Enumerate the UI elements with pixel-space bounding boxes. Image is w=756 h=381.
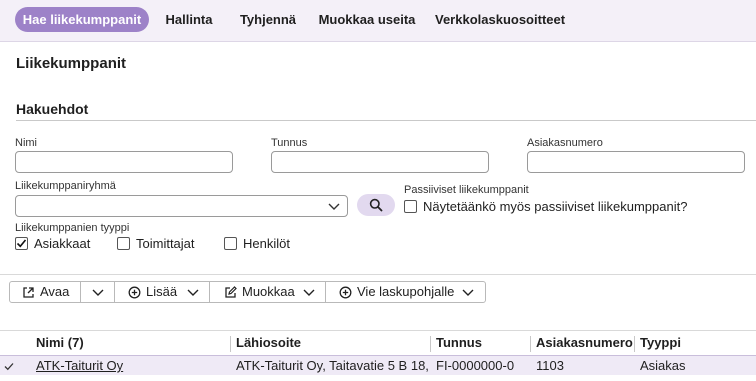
- tab-verkkolaskuosoitteet[interactable]: Verkkolaskuosoitteet: [435, 7, 565, 32]
- export-invoice-button[interactable]: Vie laskupohjalle: [325, 281, 486, 303]
- customer-number-field[interactable]: [527, 151, 745, 173]
- plus-circle-icon: [339, 286, 352, 299]
- checkmark-icon: [4, 363, 14, 371]
- column-separator: [430, 336, 431, 352]
- type-label-asiakkaat: Asiakkaat: [34, 236, 91, 251]
- row-id: FI-0000000-0: [436, 358, 515, 373]
- open-external-icon: [23, 287, 34, 298]
- type-checkbox-asiakkaat[interactable]: [15, 237, 28, 250]
- toolbar-divider: [0, 274, 756, 275]
- group-select[interactable]: [15, 195, 348, 217]
- type-label-toimittajat: Toimittajat: [136, 236, 195, 251]
- search-icon: [369, 198, 383, 212]
- row-type: Asiakas: [640, 358, 686, 373]
- add-button[interactable]: Lisää: [114, 281, 210, 303]
- row-address: ATK-Taiturit Oy, Taitavatie 5 B 18, 02: [236, 358, 428, 373]
- group-label: Liikekumppaniryhmä: [15, 180, 116, 192]
- passive-checkbox[interactable]: [404, 200, 417, 213]
- column-separator: [530, 336, 531, 352]
- tab-hallinta[interactable]: Hallinta: [160, 7, 218, 32]
- chevron-down-icon: [462, 289, 474, 296]
- column-header-address[interactable]: Lähiosoite: [236, 335, 301, 350]
- id-label: Tunnus: [271, 137, 308, 149]
- tab-muokkaa-useita[interactable]: Muokkaa useita: [318, 7, 416, 32]
- section-title: Hakuehdot: [16, 101, 89, 117]
- name-field[interactable]: [15, 151, 233, 173]
- type-label: Liikekumppanien tyyppi: [15, 222, 130, 234]
- column-separator: [634, 336, 635, 352]
- chevron-down-icon: [187, 289, 199, 296]
- open-dropdown-button[interactable]: [80, 281, 115, 303]
- chevron-down-icon: [328, 203, 340, 210]
- type-label-henkilot: Henkilöt: [243, 236, 290, 251]
- column-header-customer-number[interactable]: Asiakasnumero: [536, 335, 633, 350]
- plus-circle-icon: [128, 286, 141, 299]
- customer-number-label: Asiakasnumero: [527, 137, 603, 149]
- edit-icon: [225, 286, 237, 298]
- passive-checkbox-label: Näytetäänkö myös passiiviset liikekumppa…: [423, 199, 688, 214]
- table-top-border: [0, 330, 756, 331]
- tab-hae-liikekumppanit[interactable]: Hae liikekumppanit: [15, 7, 149, 32]
- column-header-type[interactable]: Tyyppi: [640, 335, 681, 350]
- type-checkbox-toimittajat[interactable]: [117, 237, 130, 250]
- passive-label: Passiiviset liikekumppanit: [404, 184, 529, 196]
- tab-tyhjenna[interactable]: Tyhjennä: [237, 7, 299, 32]
- chevron-down-icon: [303, 289, 315, 296]
- search-button[interactable]: [357, 194, 395, 216]
- type-checkbox-henkilot[interactable]: [224, 237, 237, 250]
- column-header-id[interactable]: Tunnus: [436, 335, 482, 350]
- chevron-down-icon: [92, 289, 104, 296]
- id-field[interactable]: [271, 151, 489, 173]
- open-button[interactable]: Avaa: [9, 281, 81, 303]
- row-customer-number: 1103: [536, 358, 564, 373]
- section-divider: [16, 120, 756, 121]
- table-row[interactable]: ATK-Taiturit Oy ATK-Taiturit Oy, Taitava…: [0, 355, 756, 375]
- page-title: Liikekumppanit: [16, 55, 127, 72]
- column-header-name[interactable]: Nimi (7): [36, 335, 84, 350]
- row-name-link[interactable]: ATK-Taiturit Oy: [36, 358, 226, 373]
- name-label: Nimi: [15, 137, 37, 149]
- column-separator: [230, 336, 231, 352]
- top-navigation: Hae liikekumppanit Hallinta Tyhjennä Muo…: [0, 0, 756, 42]
- edit-button[interactable]: Muokkaa: [209, 281, 326, 303]
- checkmark-icon: [16, 239, 27, 248]
